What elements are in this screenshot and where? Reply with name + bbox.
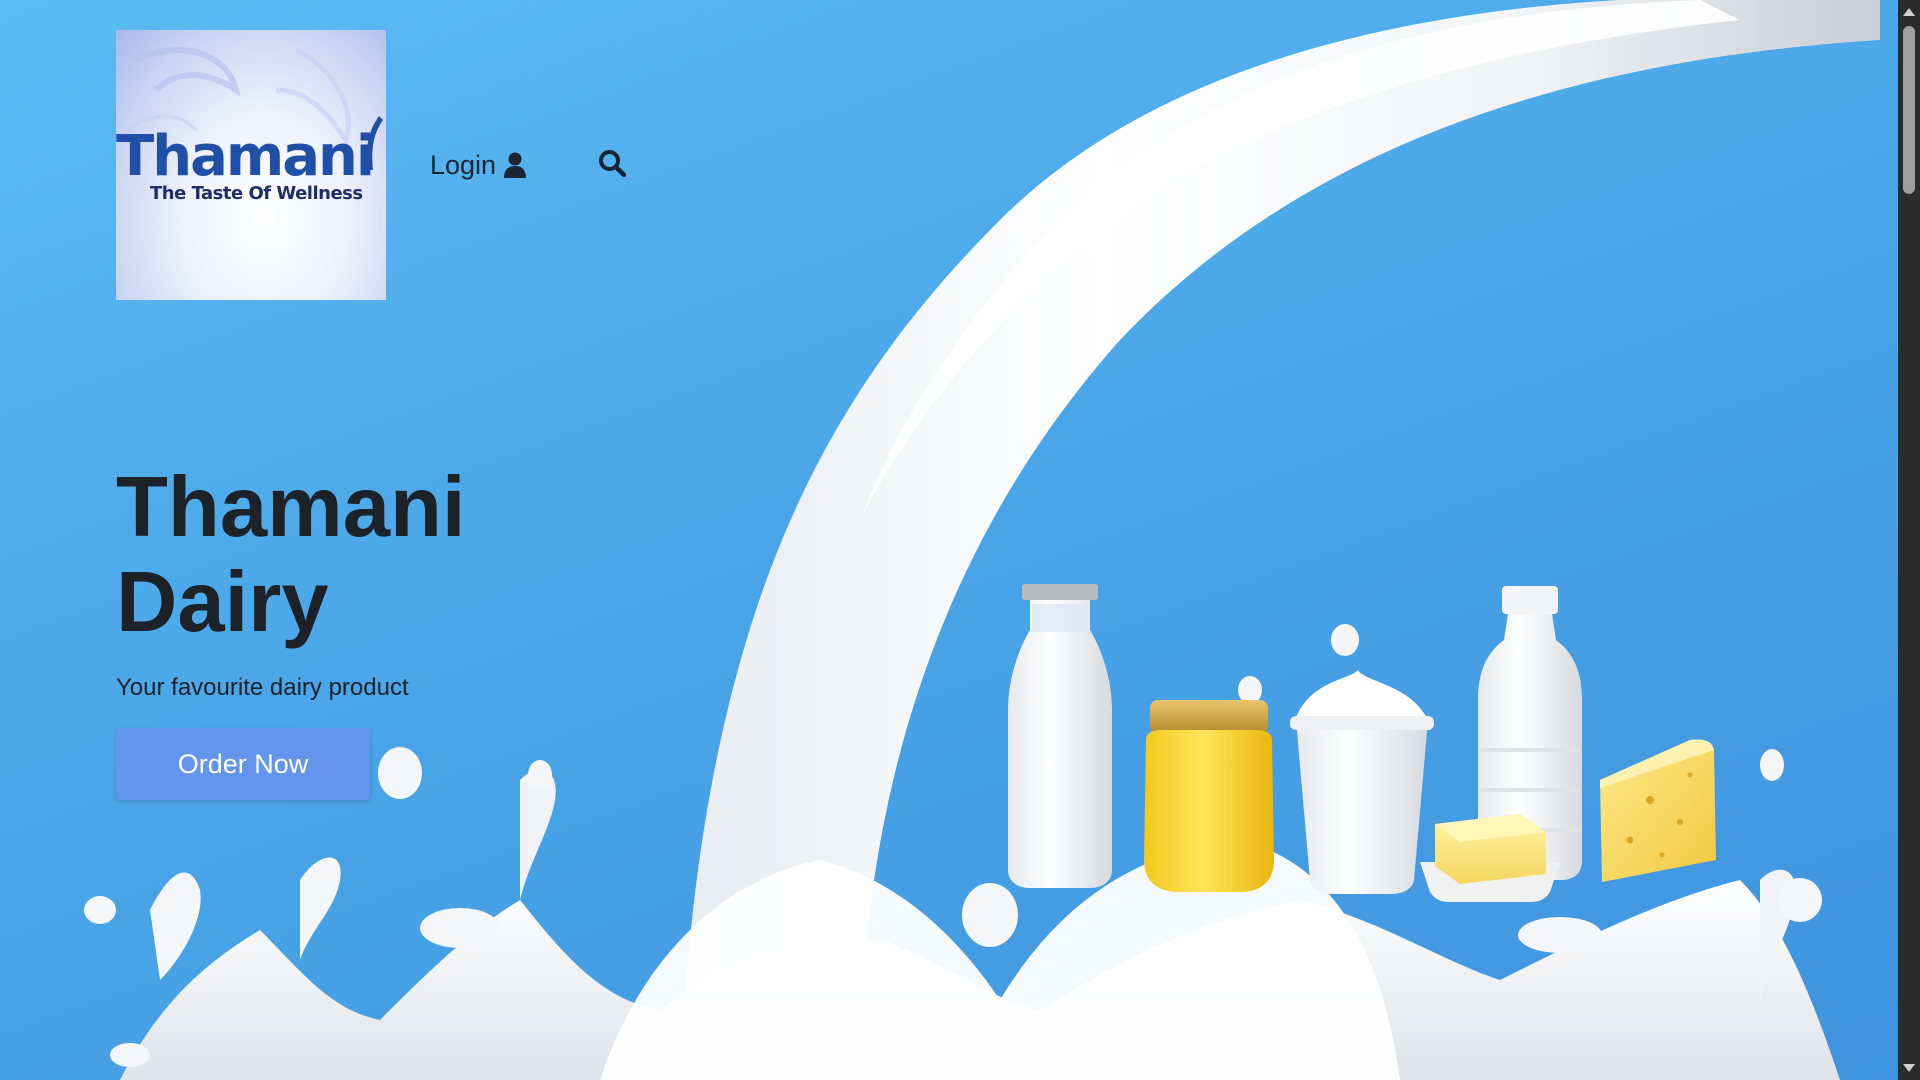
cheese-wedge: [1600, 739, 1716, 882]
login-label: Login: [430, 149, 497, 180]
brand-name: Thamani: [116, 124, 375, 189]
search-button[interactable]: [598, 149, 627, 182]
milk-bottle: [1008, 584, 1112, 888]
ghee-jar: [1144, 700, 1274, 892]
dairy-products-image: [1008, 584, 1716, 902]
scrollbar-thumb[interactable]: [1903, 26, 1915, 194]
yogurt-cup: [1290, 670, 1434, 894]
page-viewport: Thamani The Taste Of Wellness Login Tham…: [0, 0, 1920, 1080]
hero-title: Thamani Dairy: [116, 460, 466, 650]
site-header: Thamani The Taste Of Wellness Login: [116, 30, 627, 300]
vertical-scrollbar[interactable]: [1898, 0, 1920, 1080]
arrow-down-icon[interactable]: [1898, 1058, 1920, 1078]
user-icon: [504, 152, 527, 178]
brand-tagline: The Taste Of Wellness: [150, 183, 363, 204]
login-link[interactable]: Login: [430, 149, 527, 181]
arrow-up-icon[interactable]: [1898, 2, 1920, 22]
butter-block: [1420, 814, 1560, 902]
order-now-button[interactable]: Order Now: [116, 728, 370, 800]
hero-subtitle: Your favourite dairy product: [116, 674, 409, 701]
logo-leaf-icon: [366, 116, 383, 170]
hero-section: Thamani Dairy Your favourite dairy produ…: [116, 460, 536, 800]
search-icon: [598, 149, 627, 182]
main-nav: Login: [430, 149, 627, 182]
brand-logo[interactable]: Thamani The Taste Of Wellness: [116, 30, 386, 300]
